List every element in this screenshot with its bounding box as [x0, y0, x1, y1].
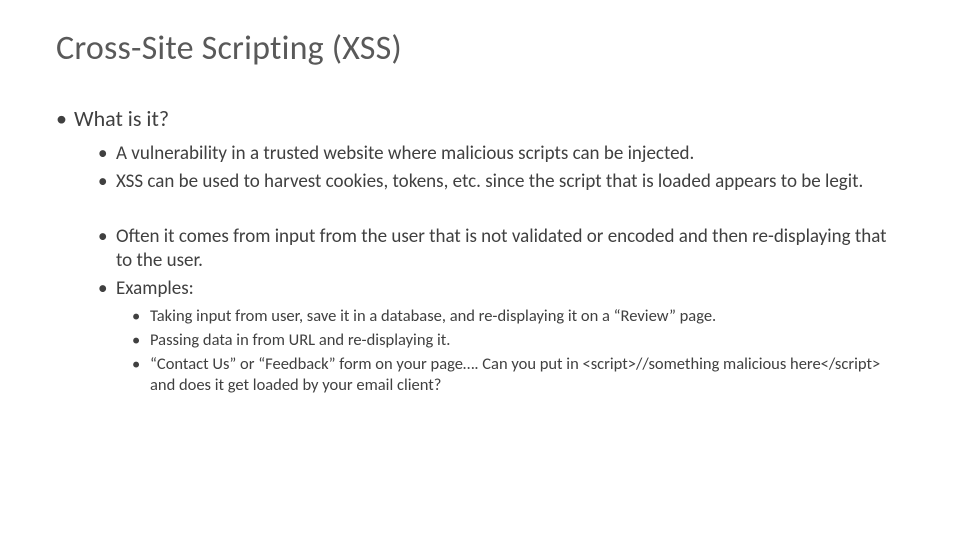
spacer: [56, 199, 904, 225]
slide-body: Cross-Site Scripting (XSS) What is it? A…: [0, 0, 960, 396]
bullet-level3: Taking input from user, save it in a dat…: [56, 306, 904, 327]
bullet-level2: Examples:: [56, 277, 904, 301]
slide-title: Cross-Site Scripting (XSS): [56, 28, 904, 69]
bullet-level3: “Contact Us” or “Feedback” form on your …: [56, 354, 904, 396]
bullet-level2: XSS can be used to harvest cookies, toke…: [56, 170, 904, 194]
bullet-level2: A vulnerability in a trusted website whe…: [56, 142, 904, 166]
bullet-level1: What is it?: [56, 105, 904, 132]
bullet-level3: Passing data in from URL and re-displayi…: [56, 330, 904, 351]
bullet-level2: Often it comes from input from the user …: [56, 225, 904, 274]
